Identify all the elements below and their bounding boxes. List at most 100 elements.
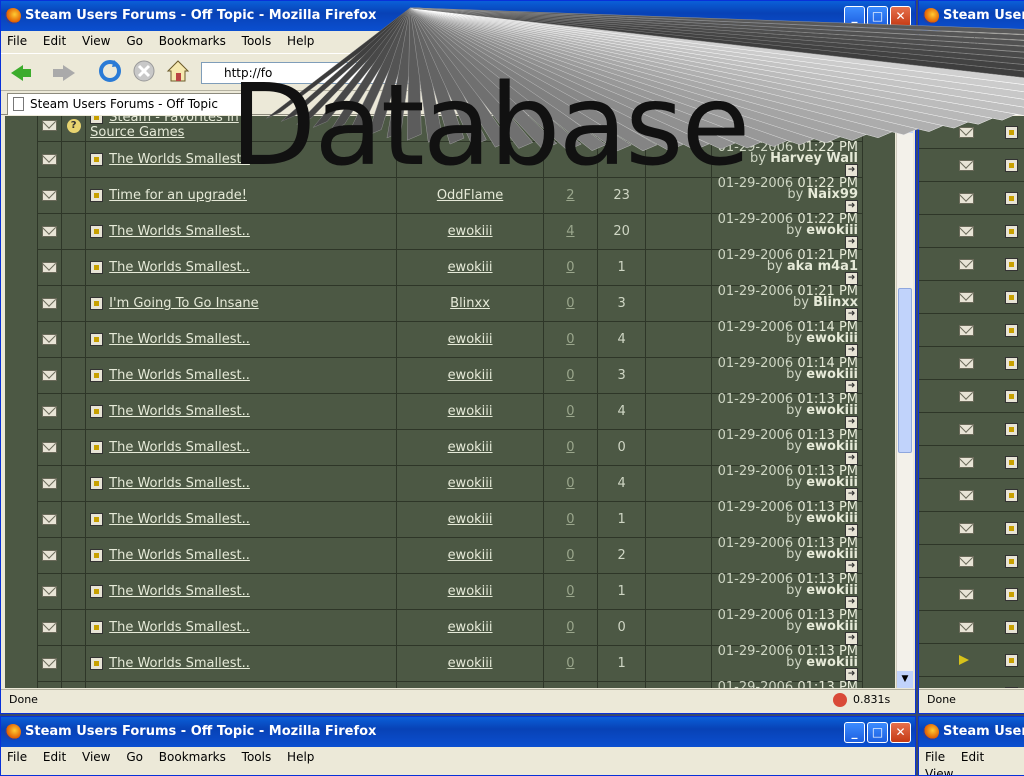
first-unread-icon[interactable] (90, 225, 104, 238)
menu-view[interactable]: View (919, 764, 959, 775)
scroll-thumb[interactable] (898, 288, 912, 453)
thread-title-link[interactable]: The Worlds Smallest.. (109, 404, 250, 419)
thread-title-link-line2[interactable]: Source Games (90, 125, 184, 140)
back-button[interactable] (925, 58, 955, 86)
thread-title-link[interactable]: The Worlds Smallest.. (109, 368, 250, 383)
close-button[interactable]: ✕ (890, 6, 911, 27)
thread-author-link[interactable]: ewokiii (448, 620, 493, 635)
last-post-user-link[interactable]: wa22up0 (775, 123, 841, 138)
first-unread-icon[interactable] (1005, 621, 1018, 634)
first-unread-icon[interactable] (90, 477, 104, 490)
first-unread-icon[interactable] (1005, 489, 1018, 502)
stop-button[interactable] (131, 58, 161, 86)
thread-title-link[interactable]: The Worlds Smallest.. (109, 584, 250, 599)
menu-go[interactable]: Go (120, 747, 149, 764)
menu-edit[interactable]: Edit (37, 31, 72, 48)
thread-title-link[interactable]: The Worlds Smallest.. (109, 332, 250, 347)
first-unread-icon[interactable] (1005, 258, 1018, 271)
first-unread-icon[interactable] (90, 297, 104, 310)
first-unread-icon[interactable] (1005, 522, 1018, 535)
first-unread-icon[interactable] (90, 189, 104, 202)
search-input[interactable]: G (779, 62, 909, 84)
thread-title-link[interactable]: The Worlds Smallest.. (109, 260, 250, 275)
thread-author-link[interactable]: ewokiii (448, 476, 493, 491)
menu-bookmarks[interactable]: Bookmarks (153, 31, 232, 48)
menu-edit[interactable]: Edit (37, 747, 72, 764)
thread-replies-link[interactable]: 0 (566, 476, 574, 491)
thread-author-link[interactable]: ewokiii (448, 260, 493, 275)
thread-replies-link[interactable]: 0 (566, 368, 574, 383)
scroll-up-button[interactable]: ▲ (897, 116, 913, 133)
thread-title-link[interactable]: The Worlds Smallest.. (109, 440, 250, 455)
first-unread-icon[interactable] (1005, 687, 1018, 688)
first-unread-icon[interactable] (90, 333, 104, 346)
thread-title-link[interactable]: The Worlds Smallest.. (109, 476, 250, 491)
first-unread-icon[interactable] (90, 657, 104, 670)
thread-replies-link[interactable]: 4 (566, 224, 574, 239)
thread-author-link[interactable]: ewokiii (448, 224, 493, 239)
first-unread-icon[interactable] (1005, 555, 1018, 568)
first-unread-icon[interactable] (1005, 390, 1018, 403)
first-unread-icon[interactable] (1005, 192, 1018, 205)
first-unread-icon[interactable] (1005, 357, 1018, 370)
first-unread-icon[interactable] (90, 441, 104, 454)
thread-replies-link[interactable]: 0 (566, 548, 574, 563)
tab-active[interactable]: Steam Users Forums - Off Topic (7, 93, 247, 115)
thread-author-link[interactable]: Blinxx (450, 296, 490, 311)
thread-replies-link[interactable]: 0 (566, 440, 574, 455)
first-unread-icon[interactable] (1005, 654, 1018, 667)
menu-file[interactable]: File (1, 31, 33, 48)
thread-title-link[interactable]: The Worlds Smallest.. (109, 620, 250, 635)
first-unread-icon[interactable] (1005, 324, 1018, 337)
right-title-bar[interactable]: Steam Users F (919, 1, 1024, 31)
thread-replies-link[interactable]: 0 (566, 512, 574, 527)
thread-replies-link[interactable]: 0 (566, 260, 574, 275)
thread-title-link[interactable]: The Worlds Smallest.. (109, 152, 250, 167)
first-unread-icon[interactable] (1005, 588, 1018, 601)
maximize-button[interactable]: □ (867, 6, 888, 27)
thread-title-link[interactable]: The Worlds Smallest.. (109, 224, 250, 239)
menu-file[interactable]: File (919, 31, 951, 48)
menu-bookmarks[interactable]: Bookmarks (153, 747, 232, 764)
thread-replies-link[interactable]: 0 (566, 332, 574, 347)
menu-view[interactable]: View (76, 747, 116, 764)
first-unread-icon[interactable] (1005, 423, 1018, 436)
thread-title-link[interactable]: The Worlds Smallest.. (109, 548, 250, 563)
scroll-down-button[interactable]: ▼ (897, 671, 913, 688)
first-unread-icon[interactable] (1005, 225, 1018, 238)
thread-author-link[interactable]: ewokiii (448, 512, 493, 527)
thread-title-link[interactable]: The Worlds Smallest.. (109, 656, 250, 671)
thread-author-link[interactable]: ewokiii (448, 332, 493, 347)
thread-author-link[interactable]: ewokiii (448, 584, 493, 599)
first-unread-icon[interactable] (90, 513, 104, 526)
thread-title-link[interactable]: Steam - Favorites in (109, 116, 239, 125)
title-bar[interactable]: Steam Users Forums - Off Topic - Mozilla… (1, 1, 915, 31)
menu-file[interactable]: File (1, 747, 33, 764)
thread-author-link[interactable]: ewokiii (448, 404, 493, 419)
thread-replies-link[interactable]: 0 (566, 620, 574, 635)
menu-go[interactable]: Go (120, 31, 149, 48)
bottom-right-title-bar[interactable]: Steam Users (919, 717, 1024, 747)
thread-author-link[interactable]: ewokiii (448, 656, 493, 671)
menu-edit[interactable]: Edit (955, 31, 990, 48)
thread-replies-link[interactable]: 0 (566, 584, 574, 599)
minimize-button[interactable]: _ (844, 722, 865, 743)
last-post-icon[interactable]: ➜ (845, 118, 858, 132)
forward-button[interactable] (973, 58, 1003, 86)
thread-title-link[interactable]: Time for an upgrade! (109, 188, 247, 203)
forward-button[interactable] (49, 58, 79, 86)
minimize-button[interactable]: _ (844, 6, 865, 27)
first-unread-icon[interactable] (90, 549, 104, 562)
tab-active[interactable]: Steam Users F (925, 93, 1024, 115)
thread-replies-link[interactable]: 0 (566, 404, 574, 419)
back-button[interactable] (7, 58, 37, 86)
first-unread-icon[interactable] (90, 621, 104, 634)
first-unread-icon[interactable] (90, 116, 104, 124)
vertical-scrollbar[interactable]: ▲ ▼ (896, 116, 913, 688)
reload-button[interactable] (97, 58, 127, 86)
thread-replies-link[interactable]: 0 (566, 656, 574, 671)
thread-author-link[interactable]: ewokiii (448, 368, 493, 383)
first-unread-icon[interactable] (1005, 291, 1018, 304)
first-unread-icon[interactable] (1005, 126, 1018, 139)
first-unread-icon[interactable] (90, 585, 104, 598)
